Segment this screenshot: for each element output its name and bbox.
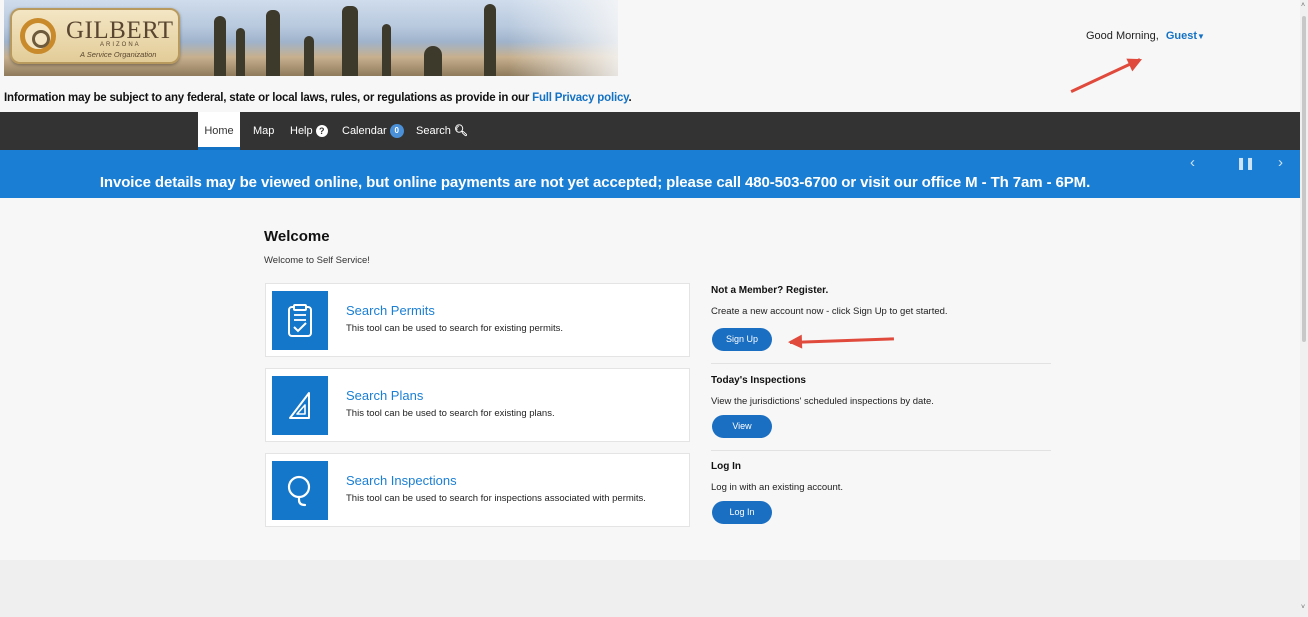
logo-name: GILBERT xyxy=(66,17,174,44)
section-description: Log in with an existing account. xyxy=(711,482,844,493)
card-description: This tool can be used to search for exis… xyxy=(346,408,555,419)
next-icon[interactable]: › xyxy=(1278,154,1283,171)
card-title[interactable]: Search Inspections xyxy=(346,473,457,488)
search-permits-card[interactable]: Search Permits This tool can be used to … xyxy=(265,283,690,357)
divider xyxy=(711,363,1051,364)
log-in-button[interactable]: Log In xyxy=(712,501,772,524)
greeting-text: Good Morning, xyxy=(1086,30,1159,42)
nav-tab-search[interactable]: Search 🔍︎ xyxy=(416,112,468,150)
main-nav: Home Map Help ? Calendar 0 Search 🔍︎ xyxy=(0,112,1300,150)
sign-up-button[interactable]: Sign Up xyxy=(712,328,772,351)
card-title[interactable]: Search Plans xyxy=(346,388,423,403)
calendar-count-badge: 0 xyxy=(389,124,404,139)
register-section: Not a Member? Register. Create a new acc… xyxy=(711,285,1051,355)
cactus-decoration xyxy=(484,4,496,76)
cactus-decoration xyxy=(266,10,280,76)
nav-tab-calendar[interactable]: Calendar 0 xyxy=(342,112,404,150)
user-greeting: Good Morning, Guest▼ xyxy=(1086,30,1205,42)
magnifier-icon xyxy=(272,461,328,520)
login-section: Log In Log in with an existing account. … xyxy=(711,461,1051,531)
section-description: View the jurisdictions' scheduled inspec… xyxy=(711,396,934,407)
header-banner-image: GILBERT ARIZONA A Service Organization xyxy=(4,0,618,76)
nav-tab-home[interactable]: Home xyxy=(198,112,240,150)
view-button[interactable]: View xyxy=(712,415,772,438)
search-inspections-card[interactable]: Search Inspections This tool can be used… xyxy=(265,453,690,527)
logo-state: ARIZONA xyxy=(100,42,141,48)
previous-icon[interactable]: ‹ xyxy=(1190,154,1195,171)
question-circle-icon: ? xyxy=(315,125,328,138)
scroll-up-icon[interactable]: ˄ xyxy=(1301,2,1305,9)
scroll-down-icon[interactable]: ˅ xyxy=(1301,604,1305,611)
page-subtitle: Welcome to Self Service! xyxy=(264,255,370,266)
logo-emblem-icon xyxy=(20,18,56,54)
gilbert-logo[interactable]: GILBERT ARIZONA A Service Organization xyxy=(10,8,180,64)
cactus-decoration xyxy=(214,16,226,76)
privacy-policy-link[interactable]: Full Privacy policy xyxy=(532,92,629,104)
guest-user-menu[interactable]: Guest▼ xyxy=(1166,30,1205,42)
caret-down-icon: ▼ xyxy=(1197,32,1205,41)
search-plans-card[interactable]: Search Plans This tool can be used to se… xyxy=(265,368,690,442)
pause-icon[interactable]: ❚❚ xyxy=(1236,156,1255,170)
cactus-decoration xyxy=(236,28,245,76)
page-header: GILBERT ARIZONA A Service Organization G… xyxy=(0,0,1300,112)
cactus-decoration xyxy=(382,24,391,76)
section-title: Not a Member? Register. xyxy=(711,285,829,296)
cactus-decoration xyxy=(304,36,314,76)
section-description: Create a new account now - click Sign Up… xyxy=(711,306,948,317)
section-title: Today's Inspections xyxy=(711,375,806,386)
clipboard-check-icon xyxy=(272,291,328,350)
logo-tagline: A Service Organization xyxy=(80,50,157,59)
announcement-bar: Invoice details may be viewed online, bu… xyxy=(0,150,1300,198)
card-description: This tool can be used to search for insp… xyxy=(346,493,646,504)
nav-tab-help[interactable]: Help ? xyxy=(290,112,328,150)
todays-inspections-section: Today's Inspections View the jurisdictio… xyxy=(711,375,1051,445)
shrub-decoration xyxy=(424,46,442,76)
privacy-notice: Information may be subject to any federa… xyxy=(4,92,632,104)
nav-tab-map[interactable]: Map xyxy=(253,112,274,150)
scrollbar-thumb[interactable] xyxy=(1302,16,1306,342)
divider xyxy=(711,450,1051,451)
card-description: This tool can be used to search for exis… xyxy=(346,323,564,334)
cactus-decoration xyxy=(342,6,358,76)
section-title: Log In xyxy=(711,461,741,472)
announcement-text: Invoice details may be viewed online, bu… xyxy=(99,174,1091,191)
footer-area xyxy=(0,560,1300,617)
set-square-icon xyxy=(272,376,328,435)
card-title[interactable]: Search Permits xyxy=(346,303,435,318)
search-icon: 🔍︎ xyxy=(453,125,468,137)
page-title: Welcome xyxy=(264,228,330,245)
